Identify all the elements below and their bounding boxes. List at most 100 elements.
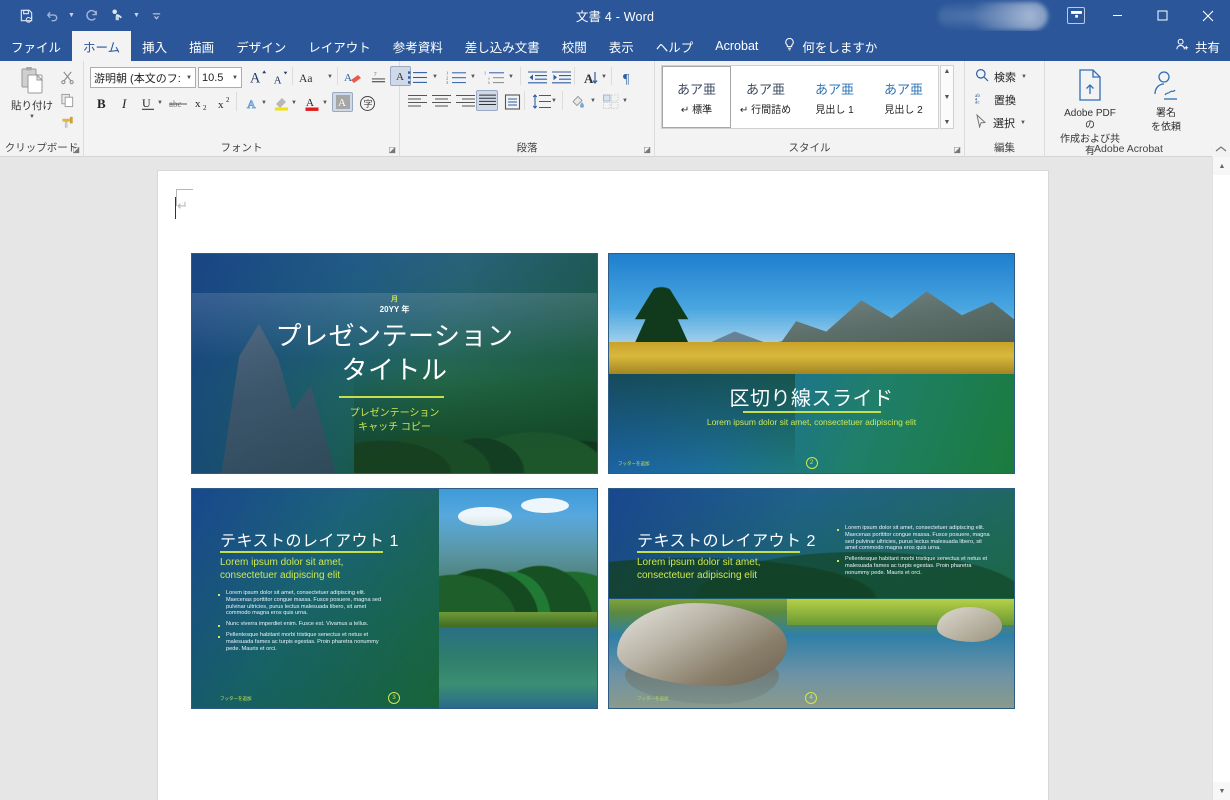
replace-button[interactable]: ab ac 置換 bbox=[975, 91, 1016, 108]
multilevel-list-dropdown-icon[interactable]: ▼ bbox=[508, 74, 514, 80]
paste-button[interactable]: 貼り付け ▼ bbox=[6, 66, 58, 120]
styles-gallery[interactable]: あア亜 ↵ 標準 あア亜 ↵ 行間詰め あア亜 見出し 1 あア亜 見出し 2 bbox=[661, 65, 939, 129]
scroll-down-icon[interactable]: ▼ bbox=[1213, 782, 1230, 800]
tab-design[interactable]: デザイン bbox=[225, 31, 297, 61]
share-button[interactable]: 共有 bbox=[1175, 31, 1220, 61]
slide-2[interactable]: 区切り線スライド Lorem ipsum dolor sit amet, con… bbox=[608, 253, 1015, 474]
sort-dropdown-icon[interactable]: ▼ bbox=[601, 74, 607, 80]
tab-layout[interactable]: レイアウト bbox=[297, 31, 382, 61]
change-case-dropdown-icon[interactable]: ▼ bbox=[327, 74, 333, 80]
slide-1[interactable]: 月 20YY 年 プレゼンテーション タイトル プレゼンテーション キャッチ コ… bbox=[191, 253, 598, 474]
tab-references[interactable]: 参考資料 bbox=[382, 31, 454, 61]
subscript-button[interactable]: x2 bbox=[192, 93, 214, 114]
undo-dropdown-icon[interactable]: ▼ bbox=[66, 4, 77, 28]
cut-button[interactable] bbox=[58, 67, 77, 87]
enclose-character-button[interactable]: 字 bbox=[356, 93, 378, 114]
find-dropdown-icon[interactable]: ▼ bbox=[1021, 74, 1027, 80]
line-spacing-button[interactable] bbox=[530, 91, 552, 112]
underline-dropdown-icon[interactable]: ▼ bbox=[157, 100, 163, 106]
font-name-input[interactable]: 游明朝 (本文のフ: ▼ bbox=[90, 67, 196, 88]
redo-icon[interactable] bbox=[79, 4, 103, 28]
highlight-dropdown-icon[interactable]: ▼ bbox=[291, 100, 297, 106]
strikethrough-button[interactable]: abc bbox=[167, 93, 189, 114]
tab-file[interactable]: ファイル bbox=[0, 31, 72, 61]
touch-mode-icon[interactable] bbox=[105, 4, 129, 28]
styles-scroll-up-icon[interactable]: ▲ bbox=[944, 66, 951, 77]
highlight-button[interactable] bbox=[271, 93, 293, 114]
scrollbar-thumb[interactable] bbox=[1214, 175, 1230, 767]
paste-dropdown-icon[interactable]: ▼ bbox=[29, 114, 35, 120]
tab-help[interactable]: ヘルプ bbox=[645, 31, 705, 61]
grow-font-button[interactable]: A bbox=[247, 66, 269, 87]
tab-view[interactable]: 表示 bbox=[598, 31, 645, 61]
sort-button[interactable]: A bbox=[580, 67, 602, 88]
select-dropdown-icon[interactable]: ▼ bbox=[1020, 120, 1026, 126]
find-button[interactable]: 検索 ▼ bbox=[975, 68, 1027, 85]
styles-scroll-down-icon[interactable]: ▼ bbox=[944, 92, 951, 103]
align-right-button[interactable] bbox=[454, 91, 476, 112]
align-center-button[interactable] bbox=[430, 91, 452, 112]
tab-mailings[interactable]: 差し込み文書 bbox=[454, 31, 551, 61]
close-button[interactable] bbox=[1185, 0, 1230, 31]
style-item-normal[interactable]: あア亜 ↵ 標準 bbox=[662, 66, 731, 128]
shrink-font-button[interactable]: A bbox=[270, 67, 292, 88]
bullets-dropdown-icon[interactable]: ▼ bbox=[432, 74, 438, 80]
select-button[interactable]: 選択 ▼ bbox=[975, 113, 1026, 131]
clipboard-dialog-launcher[interactable]: ◪ bbox=[72, 146, 80, 154]
font-dialog-launcher[interactable]: ◪ bbox=[388, 146, 396, 154]
request-signature-button[interactable]: 署名 を依頼 bbox=[1135, 68, 1197, 134]
bullets-button[interactable] bbox=[406, 67, 430, 88]
save-icon[interactable] bbox=[14, 4, 38, 28]
change-case-button[interactable]: Aa bbox=[298, 67, 325, 88]
style-item-heading-1[interactable]: あア亜 見出し 1 bbox=[800, 66, 869, 128]
undo-icon[interactable] bbox=[40, 4, 64, 28]
font-size-input[interactable]: 10.5 ▼ bbox=[198, 67, 242, 88]
paragraph-dialog-launcher[interactable]: ◪ bbox=[643, 146, 651, 154]
character-shading-button[interactable]: A bbox=[332, 92, 353, 112]
distribute-button[interactable] bbox=[501, 91, 523, 112]
shading-dropdown-icon[interactable]: ▼ bbox=[590, 98, 596, 104]
tab-review[interactable]: 校閲 bbox=[551, 31, 598, 61]
italic-button[interactable]: I bbox=[115, 93, 137, 114]
superscript-button[interactable]: x2 bbox=[215, 93, 237, 114]
show-formatting-marks-button[interactable]: ¶ bbox=[618, 67, 640, 88]
minimize-button[interactable] bbox=[1095, 0, 1140, 31]
tab-acrobat[interactable]: Acrobat bbox=[704, 31, 769, 61]
tab-draw[interactable]: 描画 bbox=[178, 31, 225, 61]
numbering-dropdown-icon[interactable]: ▼ bbox=[470, 74, 476, 80]
font-color-dropdown-icon[interactable]: ▼ bbox=[322, 100, 328, 106]
account-info[interactable] bbox=[938, 2, 1048, 30]
style-item-heading-2[interactable]: あア亜 見出し 2 bbox=[869, 66, 938, 128]
styles-dialog-launcher[interactable]: ◪ bbox=[953, 146, 961, 154]
vertical-scrollbar[interactable]: ▲ ▼ bbox=[1212, 157, 1230, 800]
tell-me-box[interactable]: 何をしますか bbox=[769, 31, 877, 61]
font-color-button[interactable]: A bbox=[301, 93, 323, 114]
text-effects-dropdown-icon[interactable]: ▼ bbox=[261, 100, 267, 106]
borders-dropdown-icon[interactable]: ▼ bbox=[622, 98, 628, 104]
format-painter-button[interactable] bbox=[58, 112, 77, 132]
document-page[interactable]: ↵ 月 20YY 年 プレゼンテーション タイトル プレゼンテーション キャッチ… bbox=[158, 171, 1048, 800]
borders-button[interactable] bbox=[600, 91, 622, 112]
clear-formatting-button[interactable]: A bbox=[342, 67, 364, 88]
phonetic-guide-button[interactable]: 7 bbox=[367, 67, 389, 88]
multilevel-list-button[interactable]: 1 a b bbox=[482, 67, 506, 88]
justify-button[interactable] bbox=[476, 90, 498, 111]
touch-mode-dropdown-icon[interactable]: ▼ bbox=[131, 4, 142, 28]
slide-4[interactable]: テキストのレイアウト 2 Lorem ipsum dolor sit amet,… bbox=[608, 488, 1015, 709]
underline-button[interactable]: U bbox=[137, 93, 159, 114]
copy-button[interactable] bbox=[58, 90, 77, 110]
font-size-dropdown-icon[interactable]: ▼ bbox=[232, 75, 238, 81]
line-spacing-dropdown-icon[interactable]: ▼ bbox=[551, 98, 557, 104]
bold-button[interactable]: B bbox=[92, 93, 114, 114]
numbering-button[interactable]: 1 2 3 bbox=[444, 67, 468, 88]
styles-gallery-scrollbar[interactable]: ▲ ▼ ▼ bbox=[940, 65, 954, 129]
split-window-handle[interactable] bbox=[1212, 141, 1230, 157]
tab-home[interactable]: ホーム bbox=[72, 31, 132, 61]
ribbon-display-options-icon[interactable] bbox=[1067, 7, 1085, 24]
decrease-indent-button[interactable] bbox=[526, 67, 548, 88]
slide-3[interactable]: テキストのレイアウト 1 Lorem ipsum dolor sit amet,… bbox=[191, 488, 598, 709]
increase-indent-button[interactable] bbox=[550, 67, 572, 88]
tab-insert[interactable]: 挿入 bbox=[131, 31, 178, 61]
font-name-dropdown-icon[interactable]: ▼ bbox=[186, 75, 192, 81]
align-left-button[interactable] bbox=[406, 91, 428, 112]
